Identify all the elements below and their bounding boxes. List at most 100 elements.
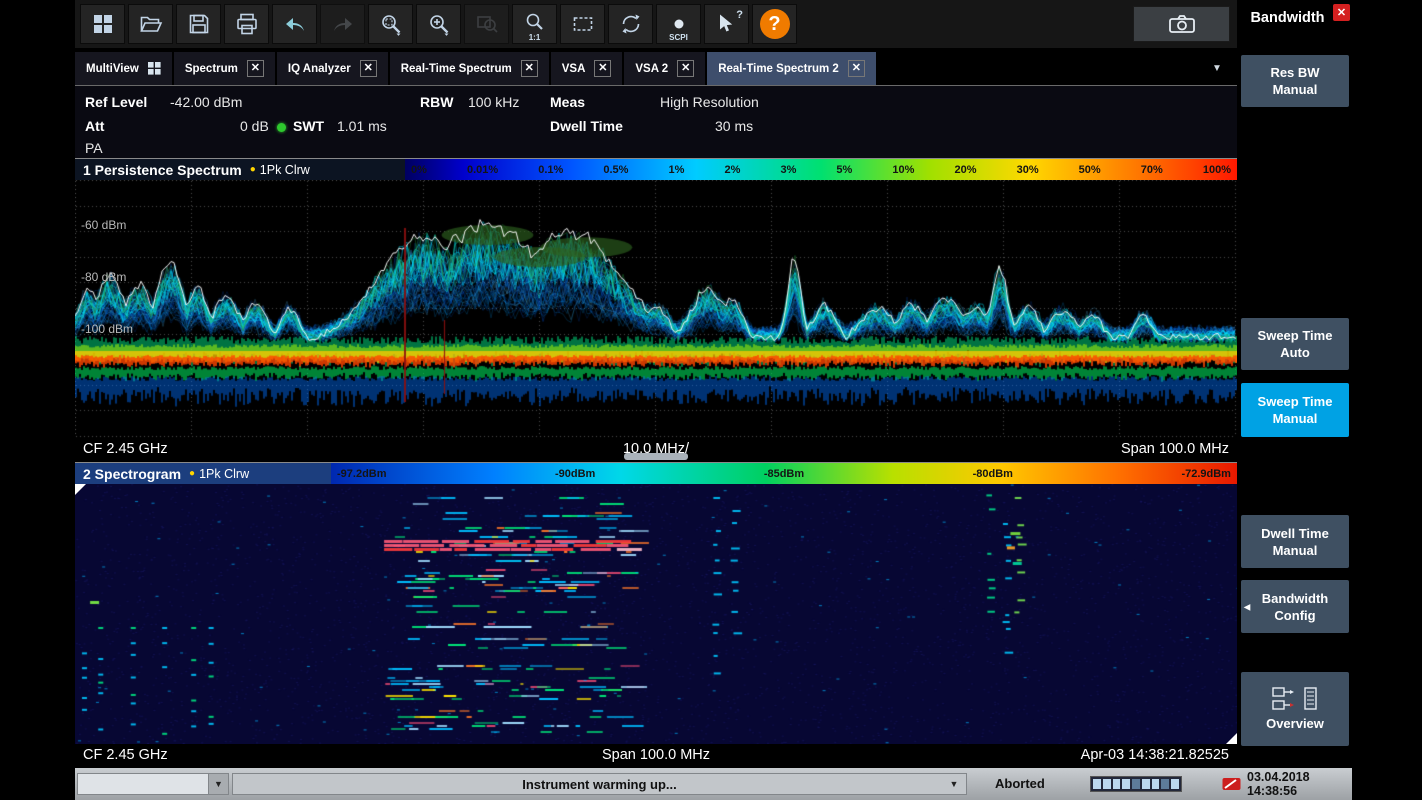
scale-label: 20%: [954, 164, 976, 176]
softkey-dwell-time-manual[interactable]: Dwell Time Manual: [1241, 515, 1349, 568]
status-message: Instrument warming up...: [522, 777, 677, 792]
tab-vsa-2[interactable]: VSA 2 ✕: [624, 52, 705, 85]
focus-corner-icon: [75, 484, 86, 495]
persistence-footer: CF 2.45 GHz 10.0 MHz/ Span 100.0 MHz: [75, 438, 1237, 460]
tab-vsa[interactable]: VSA ✕: [551, 52, 623, 85]
dwell-time-label: Dwell Time: [550, 118, 623, 134]
scale-label: -80dBm: [973, 468, 1013, 480]
span-readout[interactable]: Span 100.0 MHz: [847, 441, 1229, 457]
tab-label: MultiView: [86, 63, 139, 75]
status-combobox[interactable]: ▼: [77, 773, 229, 795]
tab-label: Spectrum: [185, 63, 238, 75]
select-area-button[interactable]: [560, 4, 605, 44]
redo-icon: [331, 12, 355, 36]
progress-segment: [1132, 779, 1140, 789]
scale-label: 30%: [1017, 164, 1039, 176]
sweep-status-label: Aborted: [995, 776, 1045, 791]
scpi-icon: [667, 16, 691, 32]
status-message-field[interactable]: Instrument warming up... ▼: [232, 773, 967, 795]
one-to-one-label: 1:1: [513, 33, 556, 42]
selection-rect-icon: [571, 12, 595, 36]
persistence-trace-canvas[interactable]: [75, 180, 1237, 438]
rbw-value[interactable]: 100 kHz: [468, 94, 519, 110]
att-value[interactable]: 0 dB: [240, 118, 269, 134]
zoom-overlay-button[interactable]: [464, 4, 509, 44]
help-button[interactable]: ?: [752, 4, 797, 44]
scale-label: 3%: [780, 164, 796, 176]
zoom-select-button[interactable]: [368, 4, 413, 44]
progress-bar: [1090, 776, 1182, 792]
tab-spectrum[interactable]: Spectrum ✕: [174, 52, 275, 85]
print-button[interactable]: [224, 4, 269, 44]
scale-label: -72.9dBm: [1181, 468, 1231, 480]
zoom-select-icon: [379, 12, 403, 36]
persistence-title-bar[interactable]: 1 Persistence Spectrum ● 1Pk Clrw 0%0.01…: [75, 159, 1237, 180]
zoom-in-button[interactable]: [416, 4, 461, 44]
scale-label: 50%: [1079, 164, 1101, 176]
dwell-time-value[interactable]: 30 ms: [715, 118, 753, 134]
tab-close-icon[interactable]: ✕: [521, 60, 538, 77]
tab-close-icon[interactable]: ✕: [360, 60, 377, 77]
redo-button[interactable]: [320, 4, 365, 44]
refresh-icon: [619, 12, 643, 36]
scpi-label: SCPI: [657, 33, 700, 42]
tab-close-icon[interactable]: ✕: [594, 60, 611, 77]
tab-real-time-spectrum[interactable]: Real-Time Spectrum ✕: [390, 52, 549, 85]
trace-info: ● 1Pk Clrw: [250, 163, 310, 177]
span-readout[interactable]: Span 100.0 MHz: [465, 747, 847, 763]
trace-label: 1Pk Clrw: [260, 163, 310, 177]
center-frequency-readout[interactable]: CF 2.45 GHz: [83, 441, 465, 457]
rbw-label: RBW: [420, 94, 453, 110]
meas-value[interactable]: High Resolution: [660, 94, 759, 110]
spectrogram-title-bar[interactable]: 2 Spectrogram ● 1Pk Clrw -97.2dBm-90dBm-…: [75, 463, 1237, 484]
softkey-sweep-time-manual[interactable]: Sweep Time Manual: [1241, 383, 1349, 437]
softkey-overview[interactable]: Overview: [1241, 672, 1349, 746]
time-label: 14:38:56: [1247, 784, 1310, 798]
tab-iq-analyzer[interactable]: IQ Analyzer ✕: [277, 52, 388, 85]
zoom-in-icon: [427, 12, 451, 36]
y-axis-label: -60 dBm: [81, 218, 126, 232]
progress-segment: [1142, 779, 1150, 789]
tab-close-icon[interactable]: ✕: [677, 60, 694, 77]
tab-close-icon[interactable]: ✕: [848, 60, 865, 77]
tab-real-time-spectrum-2[interactable]: Real-Time Spectrum 2 ✕: [707, 52, 876, 85]
scale-label: 70%: [1141, 164, 1163, 176]
progress-segment: [1113, 779, 1121, 789]
center-frequency-readout[interactable]: CF 2.45 GHz: [83, 747, 465, 763]
close-icon: ✕: [1337, 6, 1346, 19]
channel-tab-bar: MultiView Spectrum ✕ IQ Analyzer ✕ Real-…: [75, 52, 1237, 85]
softkey-res-bw-manual[interactable]: Res BW Manual: [1241, 55, 1349, 107]
windows-icon: [91, 12, 115, 36]
timestamp-readout: Apr-03 14:38:21.82525: [847, 747, 1229, 763]
tab-label: VSA: [562, 63, 586, 75]
screenshot-button[interactable]: [1133, 6, 1230, 42]
swt-value[interactable]: 1.01 ms: [337, 118, 387, 134]
undo-button[interactable]: [272, 4, 317, 44]
instrument-screen: 1:1 SCPI ? ? MultiView Spectrum: [0, 0, 1422, 800]
chevron-down-icon[interactable]: ▼: [944, 774, 964, 794]
softkey-sweep-time-auto[interactable]: Sweep Time Auto: [1241, 318, 1349, 370]
softkey-label: Bandwidth Config: [1262, 590, 1328, 624]
spectrogram-waterfall-canvas[interactable]: [75, 484, 1237, 744]
status-bar: ▼ Instrument warming up... ▼ Aborted 03.…: [75, 768, 1352, 800]
open-button[interactable]: [128, 4, 173, 44]
save-button[interactable]: [176, 4, 221, 44]
progress-segment: [1093, 779, 1101, 789]
softkey-bandwidth-config[interactable]: ◀ Bandwidth Config: [1241, 580, 1349, 633]
context-help-button[interactable]: ?: [704, 4, 749, 44]
window-title: 1 Persistence Spectrum: [83, 162, 242, 178]
measurement-settings-header[interactable]: Ref Level -42.00 dBm RBW 100 kHz Meas Hi…: [75, 85, 1237, 158]
tab-multiview[interactable]: MultiView: [75, 52, 172, 85]
overview-diagram-icon: [1272, 686, 1318, 712]
scpi-recorder-button[interactable]: SCPI: [656, 4, 701, 44]
chevron-down-icon[interactable]: ▼: [208, 774, 228, 794]
tab-close-icon[interactable]: ✕: [247, 60, 264, 77]
close-menu-button[interactable]: ✕: [1333, 4, 1350, 21]
tab-list-dropdown[interactable]: ▼: [1197, 52, 1237, 85]
window-splitter-handle[interactable]: [624, 453, 688, 460]
windows-button[interactable]: [80, 4, 125, 44]
print-icon: [235, 12, 259, 36]
refresh-button[interactable]: [608, 4, 653, 44]
ref-level-value[interactable]: -42.00 dBm: [170, 94, 242, 110]
zoom-one-to-one-button[interactable]: 1:1: [512, 4, 557, 44]
